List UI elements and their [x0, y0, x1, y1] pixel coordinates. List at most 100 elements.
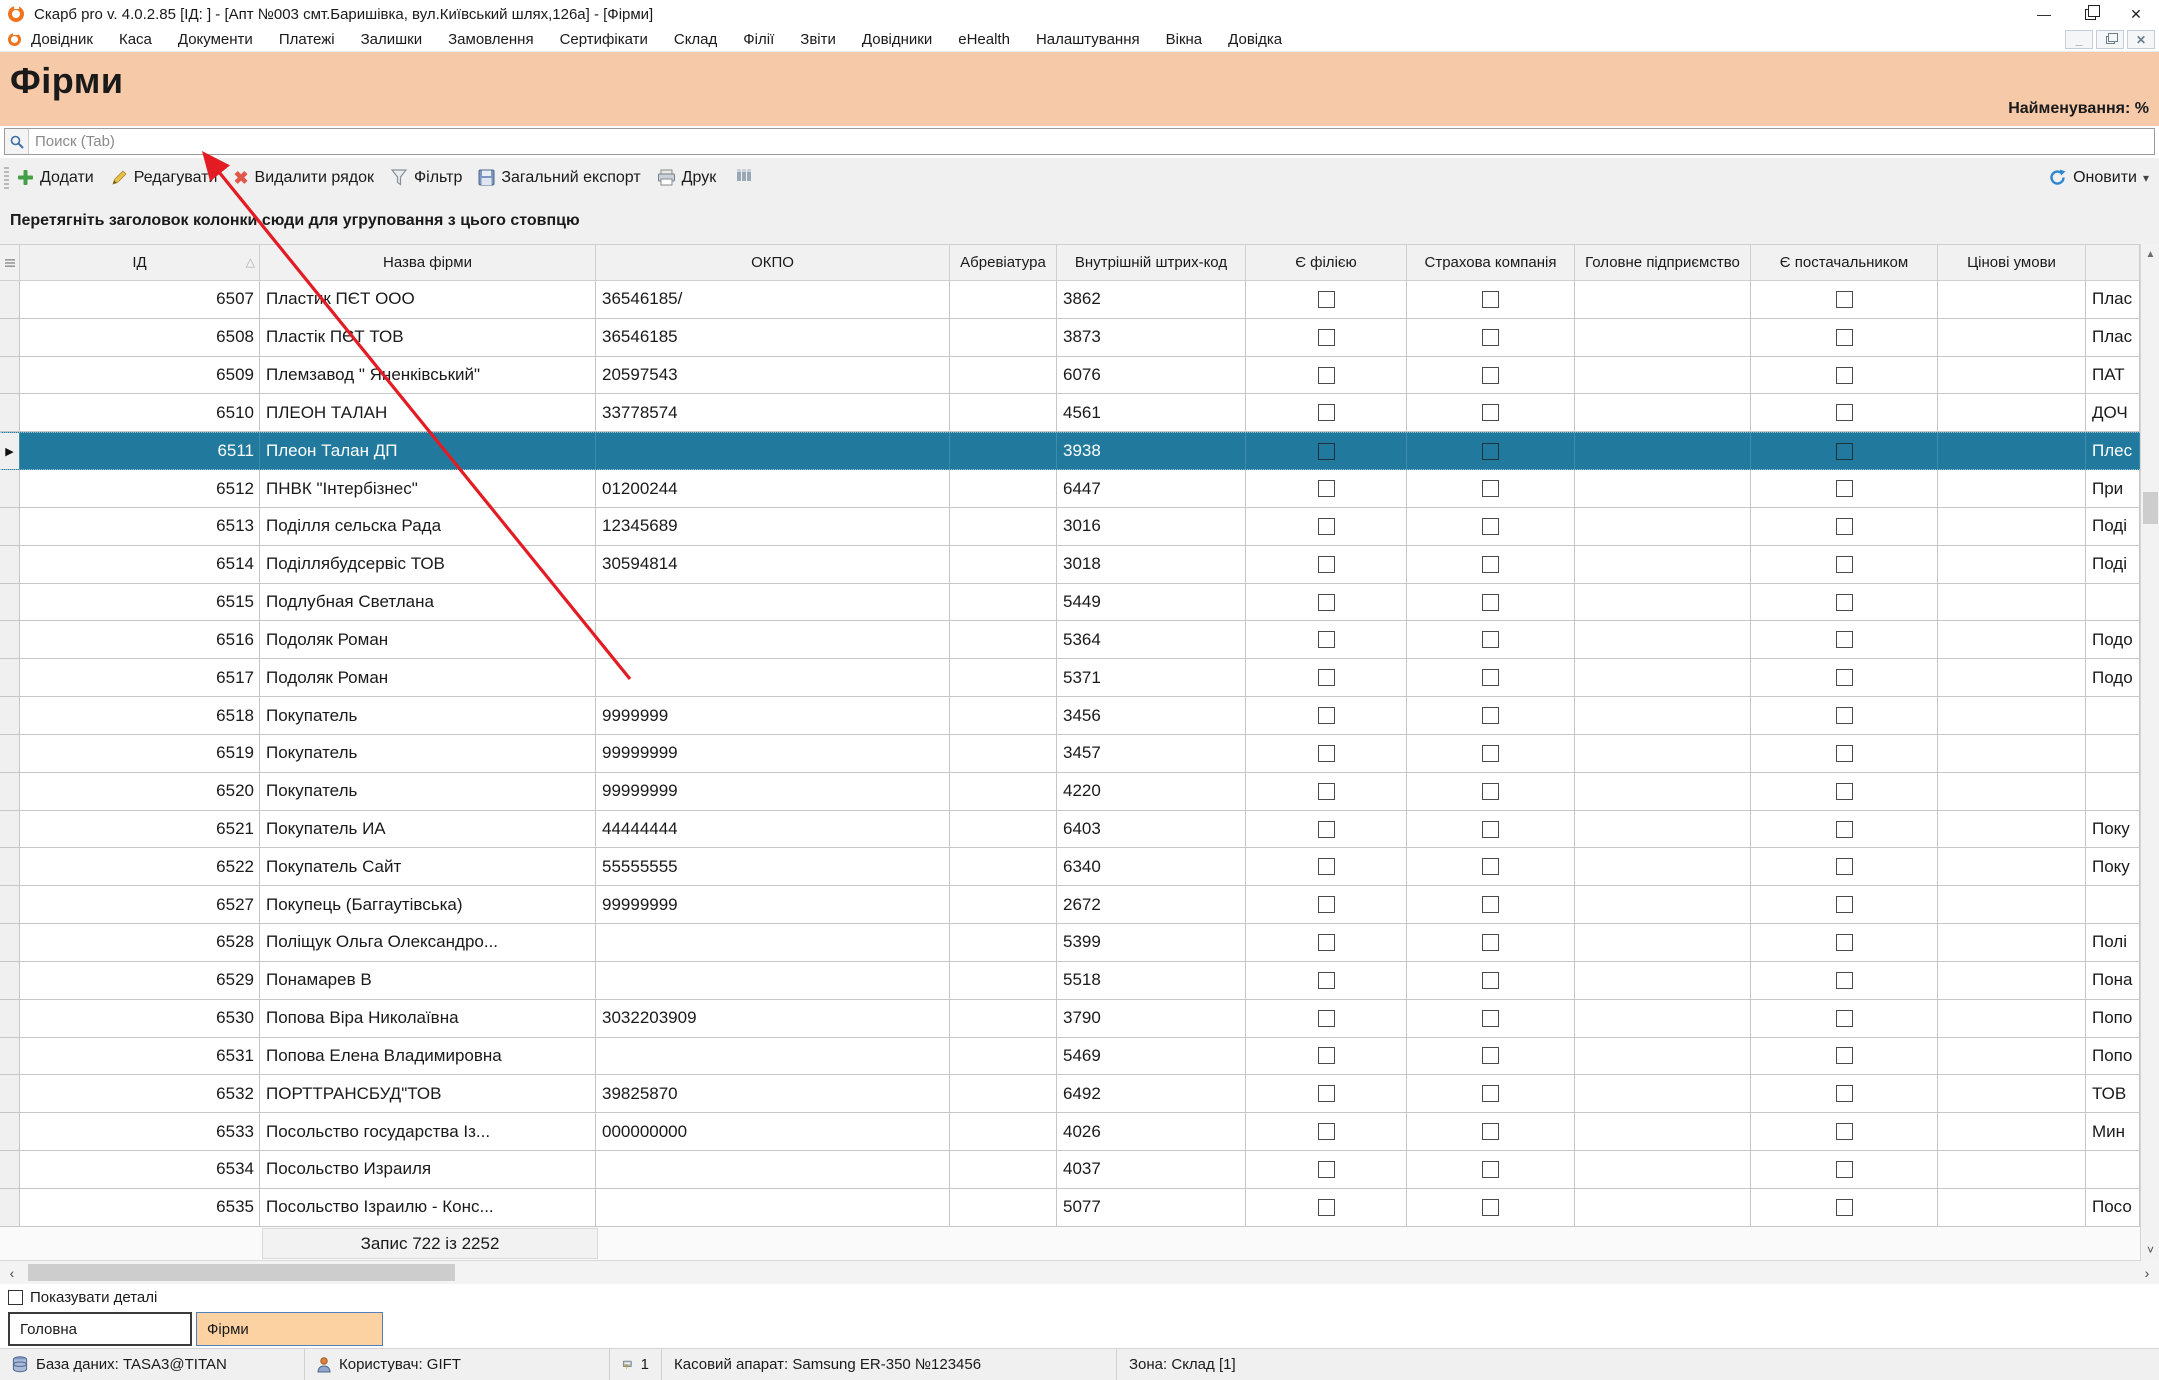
- cell-flag[interactable]: [1751, 773, 1938, 810]
- cell-firm-name[interactable]: Поділля сельска Рада: [260, 508, 596, 545]
- cell-empty[interactable]: [1575, 924, 1751, 961]
- cell-flag[interactable]: [1751, 1038, 1938, 1075]
- flag-checkbox[interactable]: [1318, 669, 1335, 686]
- row-indicator[interactable]: [0, 319, 20, 356]
- cell-id[interactable]: 6511: [20, 433, 260, 469]
- cell-id[interactable]: 6527: [20, 886, 260, 923]
- cell-okpo[interactable]: 36546185: [596, 319, 950, 356]
- cell-extra[interactable]: Подо: [2086, 621, 2140, 658]
- cell-extra[interactable]: [2086, 886, 2140, 923]
- flag-checkbox[interactable]: [1482, 631, 1499, 648]
- cell-abbreviation[interactable]: [950, 1151, 1057, 1188]
- cell-empty[interactable]: [1938, 433, 2086, 469]
- cell-flag[interactable]: [1751, 621, 1938, 658]
- restore-button[interactable]: [2067, 0, 2113, 28]
- flag-checkbox[interactable]: [1318, 858, 1335, 875]
- cell-barcode[interactable]: 3018: [1057, 546, 1246, 583]
- minimize-button[interactable]: —: [2021, 0, 2067, 28]
- cell-abbreviation[interactable]: [950, 584, 1057, 621]
- cell-flag[interactable]: [1407, 470, 1575, 507]
- cell-abbreviation[interactable]: [950, 924, 1057, 961]
- flag-checkbox[interactable]: [1318, 1123, 1335, 1140]
- flag-checkbox[interactable]: [1836, 669, 1853, 686]
- flag-checkbox[interactable]: [1482, 745, 1499, 762]
- column-header-Головне підприємство[interactable]: Головне підприємство: [1575, 245, 1751, 280]
- cell-abbreviation[interactable]: [950, 470, 1057, 507]
- cell-firm-name[interactable]: Попова Елена Владимировна: [260, 1038, 596, 1075]
- cell-flag[interactable]: [1407, 697, 1575, 734]
- cell-id[interactable]: 6514: [20, 546, 260, 583]
- flag-checkbox[interactable]: [1318, 1161, 1335, 1178]
- scroll-down-icon[interactable]: ˅: [2141, 1241, 2159, 1259]
- flag-checkbox[interactable]: [1836, 1085, 1853, 1102]
- cell-barcode[interactable]: 6447: [1057, 470, 1246, 507]
- cell-empty[interactable]: [1575, 697, 1751, 734]
- cell-abbreviation[interactable]: [950, 1189, 1057, 1226]
- cell-id[interactable]: 6519: [20, 735, 260, 772]
- cell-flag[interactable]: [1407, 394, 1575, 431]
- cell-extra[interactable]: Поку: [2086, 811, 2140, 848]
- cell-flag[interactable]: [1246, 546, 1407, 583]
- row-indicator[interactable]: [0, 886, 20, 923]
- cell-okpo[interactable]: 44444444: [596, 811, 950, 848]
- table-row[interactable]: 6515Подлубная Светлана5449: [0, 584, 2140, 622]
- cell-flag[interactable]: [1751, 394, 1938, 431]
- table-row[interactable]: 6508Пластік ПЄТ ТОВ365461853873Плас: [0, 319, 2140, 357]
- menu-item[interactable]: Замовлення: [448, 31, 533, 48]
- cell-flag[interactable]: [1246, 394, 1407, 431]
- cell-extra[interactable]: [2086, 1151, 2140, 1188]
- cell-barcode[interactable]: 3457: [1057, 735, 1246, 772]
- cell-empty[interactable]: [1575, 394, 1751, 431]
- cell-firm-name[interactable]: Поліщук Ольга Олександро...: [260, 924, 596, 961]
- flag-checkbox[interactable]: [1836, 367, 1853, 384]
- row-indicator[interactable]: [0, 357, 20, 394]
- menu-item[interactable]: Звіти: [800, 31, 836, 48]
- cell-empty[interactable]: [1938, 848, 2086, 885]
- cell-flag[interactable]: [1407, 773, 1575, 810]
- flag-checkbox[interactable]: [1482, 329, 1499, 346]
- cell-id[interactable]: 6515: [20, 584, 260, 621]
- cell-flag[interactable]: [1751, 357, 1938, 394]
- row-indicator[interactable]: [0, 1000, 20, 1037]
- cell-extra[interactable]: Плес: [2086, 433, 2140, 469]
- row-indicator[interactable]: [0, 659, 20, 696]
- cell-firm-name[interactable]: ПНВК "Інтербізнес": [260, 470, 596, 507]
- cell-okpo[interactable]: 12345689: [596, 508, 950, 545]
- flag-checkbox[interactable]: [1318, 556, 1335, 573]
- cell-abbreviation[interactable]: [950, 848, 1057, 885]
- cell-flag[interactable]: [1246, 319, 1407, 356]
- row-indicator[interactable]: [0, 1151, 20, 1188]
- vertical-scrollbar[interactable]: ▲ ˅: [2140, 244, 2159, 1261]
- flag-checkbox[interactable]: [1836, 821, 1853, 838]
- cell-flag[interactable]: [1751, 811, 1938, 848]
- menu-item[interactable]: Довідники: [862, 31, 932, 48]
- cell-id[interactable]: 6510: [20, 394, 260, 431]
- cell-abbreviation[interactable]: [950, 1038, 1057, 1075]
- cell-firm-name[interactable]: Покупець (Баггаутівська): [260, 886, 596, 923]
- row-indicator[interactable]: [0, 584, 20, 621]
- flag-checkbox[interactable]: [1318, 1199, 1335, 1216]
- cell-firm-name[interactable]: Посольство государства Із...: [260, 1113, 596, 1150]
- flag-checkbox[interactable]: [1836, 783, 1853, 800]
- menu-item[interactable]: Довідник: [31, 31, 93, 48]
- cell-okpo[interactable]: 9999999: [596, 697, 950, 734]
- cell-extra[interactable]: Поку: [2086, 848, 2140, 885]
- flag-checkbox[interactable]: [1318, 404, 1335, 421]
- flag-checkbox[interactable]: [1482, 669, 1499, 686]
- column-header-Є філією[interactable]: Є філією: [1246, 245, 1407, 280]
- cell-extra[interactable]: [2086, 773, 2140, 810]
- cell-barcode[interactable]: 3456: [1057, 697, 1246, 734]
- cell-flag[interactable]: [1407, 886, 1575, 923]
- cell-flag[interactable]: [1407, 433, 1575, 469]
- cell-flag[interactable]: [1751, 962, 1938, 999]
- table-row[interactable]: 6518Покупатель99999993456: [0, 697, 2140, 735]
- cell-id[interactable]: 6508: [20, 319, 260, 356]
- cell-firm-name[interactable]: Покупатель: [260, 735, 596, 772]
- cell-empty[interactable]: [1938, 319, 2086, 356]
- cell-flag[interactable]: [1751, 1000, 1938, 1037]
- table-row[interactable]: 6535Посольство Ізраилю - Конс...5077Посо: [0, 1189, 2140, 1227]
- cell-okpo[interactable]: 000000000: [596, 1113, 950, 1150]
- cell-empty[interactable]: [1575, 281, 1751, 318]
- cell-id[interactable]: 6521: [20, 811, 260, 848]
- table-row[interactable]: 6534Посольство Израиля4037: [0, 1151, 2140, 1189]
